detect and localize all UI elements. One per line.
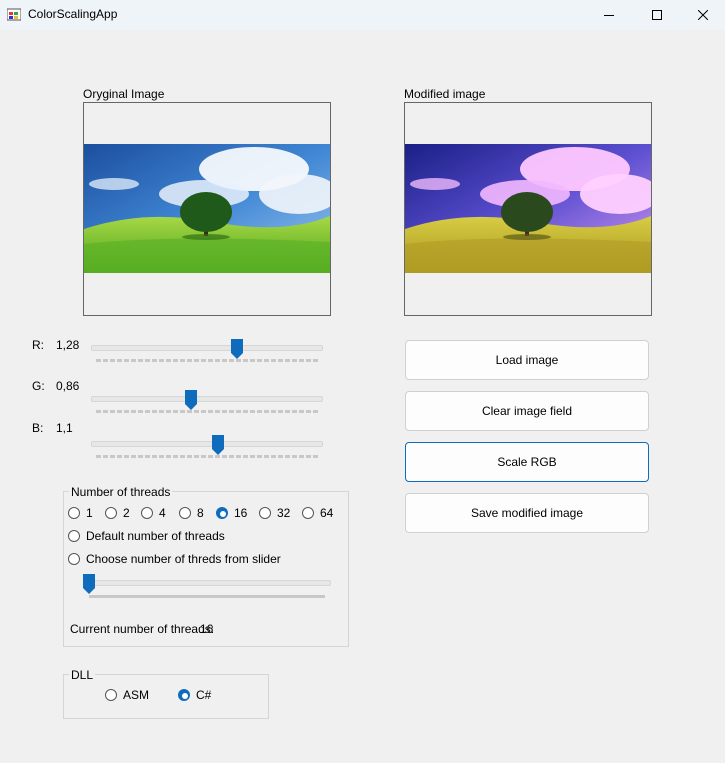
dll-option-csharp[interactable]: C# [178, 688, 211, 702]
r-slider-ticks [96, 359, 318, 362]
g-slider-ticks [96, 410, 318, 413]
current-threads-value: 16 [200, 622, 214, 636]
maximize-icon [652, 10, 662, 20]
scale-rgb-button[interactable]: Scale RGB [405, 442, 649, 482]
g-value: 0,86 [56, 379, 80, 393]
r-label: R: [32, 338, 44, 352]
default-threads-option[interactable]: Default number of threads [68, 529, 225, 543]
slider-threads-option[interactable]: Choose number of threds from slider [68, 552, 281, 566]
window-title: ColorScalingApp [28, 7, 118, 21]
close-button[interactable] [680, 0, 725, 30]
g-slider-track[interactable] [91, 396, 323, 402]
minimize-icon [604, 15, 614, 16]
radio-icon [68, 530, 80, 542]
thread-option-8[interactable]: 8 [179, 506, 204, 520]
threads-slider-ticks [89, 595, 325, 598]
radio-icon [105, 689, 117, 701]
dll-option-asm[interactable]: ASM [105, 688, 149, 702]
thread-option-1[interactable]: 1 [68, 506, 93, 520]
g-label: G: [32, 379, 45, 393]
threads-group-title: Number of threads [69, 485, 173, 499]
original-image-box [83, 102, 331, 316]
b-value: 1,1 [56, 421, 73, 435]
radio-checked-icon [216, 507, 228, 519]
thread-option-32[interactable]: 32 [259, 506, 290, 520]
modified-image-box [404, 102, 652, 316]
close-icon [698, 10, 708, 20]
radio-icon [68, 553, 80, 565]
r-slider-thumb[interactable] [231, 339, 243, 359]
modified-image [405, 144, 651, 273]
b-slider-ticks [96, 455, 318, 458]
modified-image-label: Modified image [404, 87, 486, 101]
thread-option-2[interactable]: 2 [105, 506, 130, 520]
threads-slider-track[interactable] [84, 580, 331, 586]
thread-option-16[interactable]: 16 [216, 506, 247, 520]
radio-icon [259, 507, 271, 519]
load-image-button[interactable]: Load image [405, 340, 649, 380]
original-image-label: Oryginal Image [83, 87, 165, 101]
current-threads-label: Current number of threads: [70, 622, 215, 636]
original-image [84, 144, 330, 273]
g-slider-thumb[interactable] [185, 390, 197, 410]
thread-option-4[interactable]: 4 [141, 506, 166, 520]
radio-icon [105, 507, 117, 519]
app-icon [7, 8, 21, 21]
r-slider-track[interactable] [91, 345, 323, 351]
b-label: B: [32, 421, 44, 435]
radio-icon [141, 507, 153, 519]
minimize-button[interactable] [586, 0, 632, 30]
b-slider-thumb[interactable] [212, 435, 224, 455]
thread-option-64[interactable]: 64 [302, 506, 333, 520]
r-value: 1,28 [56, 338, 80, 352]
save-image-button[interactable]: Save modified image [405, 493, 649, 533]
radio-icon [302, 507, 314, 519]
dll-group-title: DLL [69, 668, 96, 682]
clear-image-button[interactable]: Clear image field [405, 391, 649, 431]
maximize-button[interactable] [634, 0, 680, 30]
radio-checked-icon [178, 689, 190, 701]
threads-slider-thumb[interactable] [83, 574, 95, 594]
title-bar: ColorScalingApp [0, 0, 725, 30]
radio-icon [68, 507, 80, 519]
radio-icon [179, 507, 191, 519]
b-slider-track[interactable] [91, 441, 323, 447]
